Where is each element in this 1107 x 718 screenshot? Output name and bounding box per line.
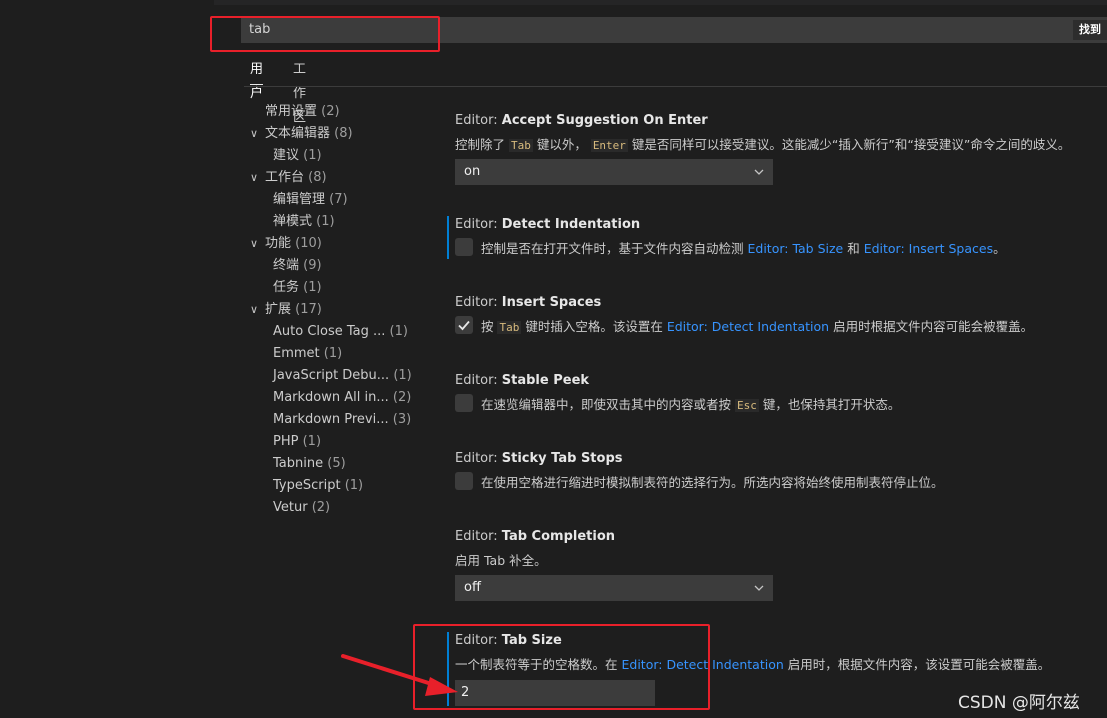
watermark-text: CSDN @阿尔兹 (958, 693, 1080, 713)
annotation-arrow (341, 654, 458, 696)
